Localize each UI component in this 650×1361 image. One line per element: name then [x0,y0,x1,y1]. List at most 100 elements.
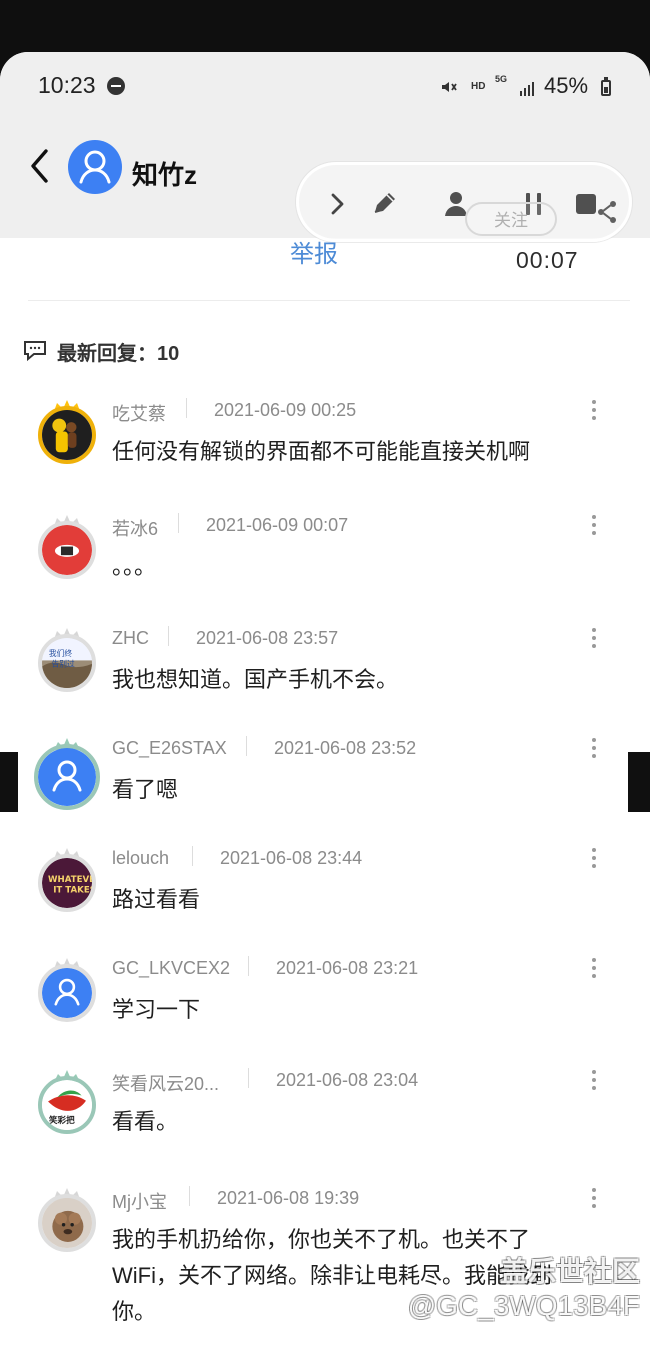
logo-avatar-icon: WHATEVER IT TAKES [42,858,92,908]
meta-separator [178,513,179,533]
reply-item-1: 吃艾蔡 2021-06-09 00:25 任何没有解锁的界面都不可能能直接关机啊 [0,398,650,508]
network-indicator: 5G [495,74,508,84]
user-icon [42,968,92,1018]
avatar[interactable] [34,736,100,810]
avatar[interactable] [38,398,96,466]
more-vertical-icon[interactable] [588,956,600,982]
dog-avatar-icon [42,1198,92,1248]
avatar[interactable]: 笑彩把 [38,1068,96,1136]
reply-timestamp: 2021-06-09 00:07 [206,515,349,535]
black-overlay-right [628,752,650,812]
replies-header: 最新回复：10 [22,336,322,366]
user-avatar [38,521,96,579]
reply-timestamp: 2021-06-08 23:04 [276,1070,419,1090]
section-divider [28,300,630,301]
more-vertical-icon[interactable] [588,398,600,424]
battery-icon [601,77,611,96]
reply-item-5: WHATEVER IT TAKES lelouch 2021-06-08 23:… [0,846,650,956]
reply-text: 我的手机扔给你，你也关不了机。也关不了WiFi，关不了网络。除非让电耗尽。我能找… [112,1227,552,1324]
more-vertical-icon[interactable] [588,736,600,762]
reply-username[interactable]: Mj小宝 [112,1188,167,1214]
share-icon[interactable] [593,198,621,226]
reply-text: 任何没有解锁的界面都不可能能直接关机啊 [112,439,531,464]
avatar[interactable]: 我们终 告别过 [38,626,96,694]
reply-timestamp: 2021-06-09 00:25 [214,400,357,420]
app-screen: 10:23 HD 5G 45% 知竹z 关注 00:07 举报 最新回复：10 … [0,52,650,1361]
chevron-right-icon[interactable] [319,185,357,223]
back-icon[interactable] [26,146,54,186]
reply-item-3: 我们终 告别过 ZHC 2021-06-08 23:57 我也想知道。国产手机不… [0,626,650,736]
reply-item-6: GC_LKVCEX2 2021-06-08 23:21 学习一下 [0,956,650,1066]
meta-separator [248,1068,249,1088]
user-avatar [38,964,96,1022]
reply-text: 路过看看 [112,887,201,912]
more-vertical-icon[interactable] [588,626,600,652]
more-vertical-icon[interactable] [588,846,600,872]
sunset-avatar-icon: 我们终 告别过 [42,638,92,688]
meta-separator [168,626,169,646]
reply-timestamp: 2021-06-08 23:44 [220,848,363,868]
reply-timestamp: 2021-06-08 23:21 [276,958,419,978]
reply-username[interactable]: lelouch [112,848,169,869]
more-vertical-icon[interactable] [588,513,600,539]
reply-timestamp: 2021-06-08 23:52 [274,738,417,758]
reply-text: 我也想知道。国产手机不会。 [112,667,399,692]
reply-username[interactable]: GC_E26STAX [112,738,227,759]
svg-text:告别过: 告别过 [51,658,75,668]
svg-text:我们终: 我们终 [49,648,73,658]
hd-indicator: HD [471,81,486,92]
reply-timestamp: 2021-06-08 23:57 [196,628,339,648]
logo-avatar-icon: 笑彩把 [42,1080,92,1130]
replies-title: 最新回复：10 [57,343,180,365]
red-avatar-icon [42,525,92,575]
user-avatar [34,744,100,810]
avatar[interactable] [38,513,96,581]
user-avatar: 我们终 告别过 [38,634,96,692]
reply-username[interactable]: ZHC [112,628,149,649]
user-avatar [38,1194,96,1252]
reply-username[interactable]: 若冰6 [112,515,158,541]
reply-text: 看了嗯 [112,777,179,802]
user-icon [79,150,111,184]
black-overlay-left [0,752,18,812]
status-icons: HD 5G 45% [438,66,628,102]
profile-header: 知竹z 关注 00:07 [0,116,650,273]
user-avatar: 笑彩把 [38,1076,96,1134]
reply-item-4: GC_E26STAX 2021-06-08 23:52 看了嗯 [0,736,650,846]
reply-text: 。。。 [112,554,157,579]
report-link[interactable]: 举报 [290,234,338,269]
reply-item-8: Mj小宝 2021-06-08 19:39 我的手机扔给你，你也关不了机。也关不… [0,1186,650,1346]
reply-item-2: 若冰6 2021-06-09 00:07 。。。 [0,513,650,623]
battery-percentage: 45% [544,73,589,98]
reply-username[interactable]: GC_LKVCEX2 [112,958,230,979]
mute-icon [442,82,457,92]
avatar[interactable]: WHATEVER IT TAKES [38,846,96,914]
reply-text: 学习一下 [112,997,201,1022]
reply-timestamp: 2021-06-08 19:39 [217,1188,360,1208]
profile-avatar[interactable] [68,140,122,194]
pencil-icon[interactable] [365,185,403,223]
reply-username[interactable]: 吃艾蔡 [112,400,166,426]
user-avatar: WHATEVER IT TAKES [38,854,96,912]
meta-separator [186,398,187,418]
svg-text:IT TAKES: IT TAKES [53,885,92,895]
screen-record-timer: 00:07 [516,247,579,273]
comment-icon [24,341,46,362]
reply-item-7: 笑彩把 笑看风云20... 2021-06-08 23:04 看看。 [0,1068,650,1178]
more-vertical-icon[interactable] [588,1186,600,1212]
do-not-disturb-icon [107,77,125,95]
signal-icon [520,82,534,96]
meta-separator [248,956,249,976]
profile-name: 知竹z [132,160,198,190]
basketball-player-icon [42,410,92,460]
follow-button[interactable]: 关注 [465,202,557,236]
meta-separator [189,1186,190,1206]
avatar[interactable] [38,956,96,1024]
more-vertical-icon[interactable] [588,1068,600,1094]
svg-text:笑彩把: 笑彩把 [49,1114,75,1126]
reply-username[interactable]: 笑看风云20... [112,1070,219,1096]
svg-text:WHATEVER: WHATEVER [48,875,92,885]
screen-record-controls [296,162,632,242]
avatar[interactable] [38,1186,96,1254]
status-bar: 10:23 HD 5G 45% [0,52,650,116]
